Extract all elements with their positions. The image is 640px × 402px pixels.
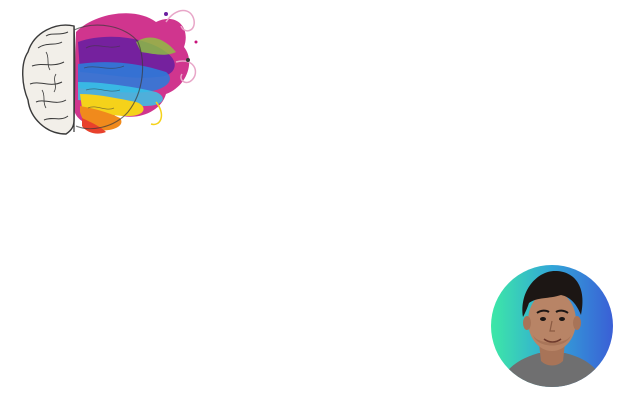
brain-logo[interactable] <box>16 2 202 138</box>
user-avatar[interactable] <box>491 265 613 387</box>
page <box>0 0 640 402</box>
colorful-brain-icon <box>22 9 198 135</box>
avatar-photo <box>491 265 613 387</box>
